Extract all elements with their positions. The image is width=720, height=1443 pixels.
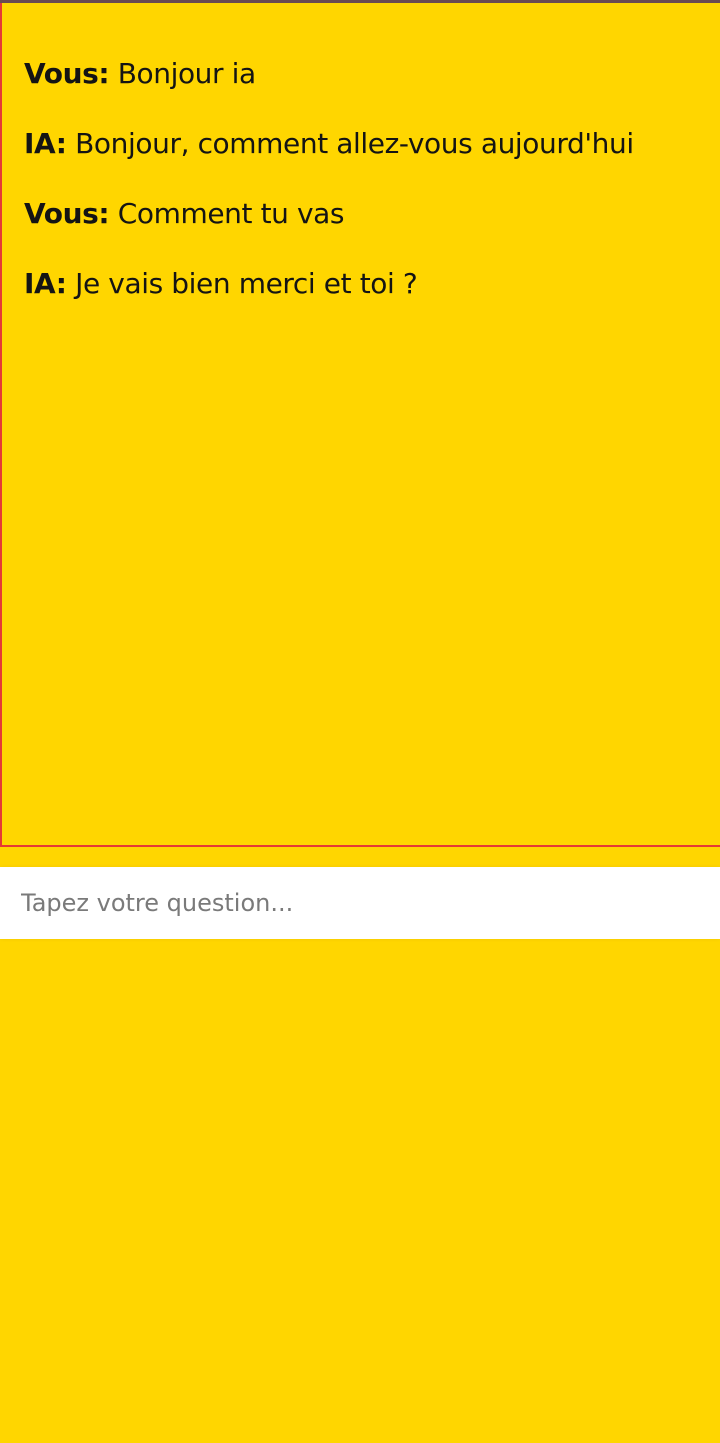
message-text: Bonjour ia <box>109 57 256 90</box>
message-text: Bonjour, comment allez-vous aujourd'hui <box>66 127 634 160</box>
chat-history: Vous: Bonjour ia IA: Bonjour, comment al… <box>0 3 720 847</box>
chat-message: IA: Je vais bien merci et toi ? <box>24 264 720 304</box>
message-text: Comment tu vas <box>109 197 345 230</box>
question-input-container <box>0 867 720 939</box>
message-sender: IA: <box>24 127 67 160</box>
chat-message: Vous: Bonjour ia <box>24 54 720 94</box>
chat-message: Vous: Comment tu vas <box>24 194 720 234</box>
message-sender: Vous: <box>24 57 110 90</box>
question-input[interactable] <box>0 867 720 939</box>
message-sender: Vous: <box>24 197 110 230</box>
message-text: Je vais bien merci et toi ? <box>66 267 418 300</box>
message-sender: IA: <box>24 267 67 300</box>
chat-message: IA: Bonjour, comment allez-vous aujourd'… <box>24 124 720 164</box>
